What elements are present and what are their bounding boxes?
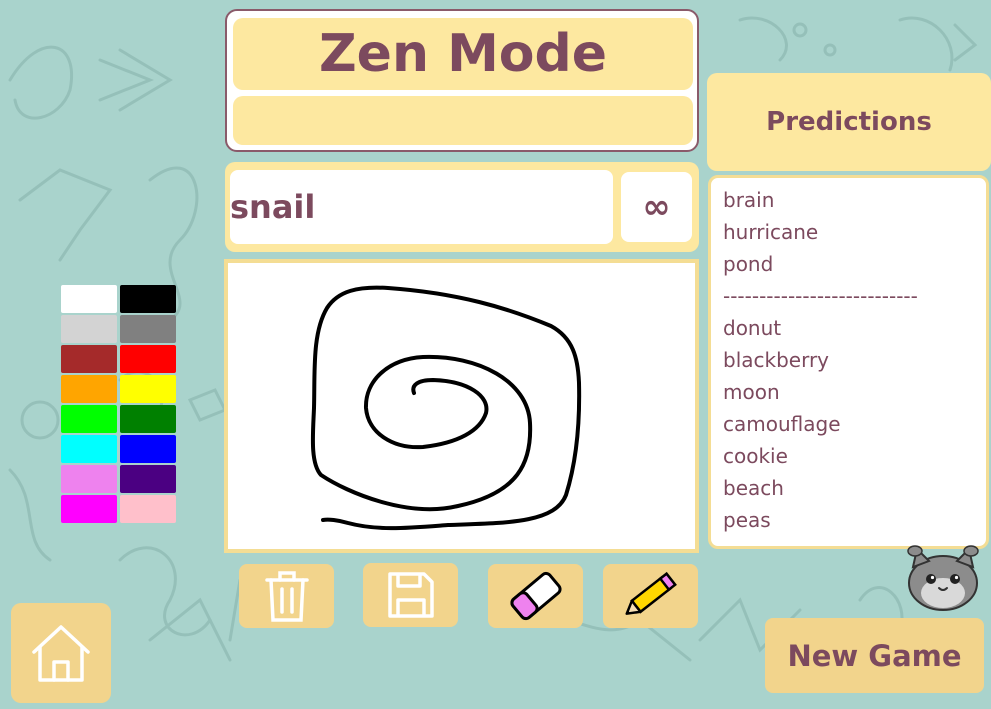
swatch-cyan[interactable] bbox=[61, 435, 117, 463]
swatch-brown[interactable] bbox=[61, 345, 117, 373]
spiral-drawing bbox=[310, 285, 582, 531]
title-panel: Zen Mode bbox=[225, 9, 699, 152]
prediction-item: blackberry bbox=[723, 348, 830, 372]
swatch-light-gray[interactable] bbox=[61, 315, 117, 343]
predictions-list: brain hurricane pond -------------------… bbox=[708, 175, 989, 549]
cat-mascot-icon bbox=[907, 545, 979, 611]
eraser-icon bbox=[509, 571, 562, 621]
drawing-canvas[interactable] bbox=[224, 259, 699, 553]
home-button[interactable] bbox=[11, 603, 111, 703]
prediction-item: brain bbox=[723, 188, 775, 212]
swatch-black[interactable] bbox=[120, 285, 176, 313]
prediction-item: pond bbox=[723, 252, 774, 276]
new-game-button[interactable]: New Game bbox=[765, 618, 984, 693]
timer-infinity: ∞ bbox=[621, 172, 692, 242]
pencil-icon bbox=[624, 571, 677, 615]
swatch-violet[interactable] bbox=[61, 465, 117, 493]
floppy-disk-icon bbox=[387, 572, 434, 618]
prediction-item: donut bbox=[723, 316, 782, 340]
swatch-white[interactable] bbox=[61, 285, 117, 313]
pencil-button[interactable] bbox=[603, 564, 698, 628]
predictions-title: Predictions bbox=[707, 73, 991, 171]
page-title: Zen Mode bbox=[233, 18, 693, 90]
prediction-separator: --------------------------- bbox=[723, 284, 918, 308]
swatch-pink[interactable] bbox=[120, 495, 176, 523]
swatch-gray[interactable] bbox=[120, 315, 176, 343]
swatch-magenta[interactable] bbox=[61, 495, 117, 523]
swatch-indigo[interactable] bbox=[120, 465, 176, 493]
save-button[interactable] bbox=[363, 563, 458, 627]
prediction-item: beach bbox=[723, 476, 784, 500]
clear-button[interactable] bbox=[239, 564, 334, 628]
prediction-item: moon bbox=[723, 380, 780, 404]
swatch-blue[interactable] bbox=[120, 435, 176, 463]
subtitle-bar bbox=[233, 96, 693, 145]
prediction-item: peas bbox=[723, 508, 771, 532]
swatch-orange[interactable] bbox=[61, 375, 117, 403]
swatch-green[interactable] bbox=[120, 405, 176, 433]
prediction-item: hurricane bbox=[723, 220, 819, 244]
swatch-yellow[interactable] bbox=[120, 375, 176, 403]
trash-icon bbox=[264, 571, 309, 622]
target-word: snail bbox=[230, 170, 613, 244]
eraser-button[interactable] bbox=[488, 564, 583, 628]
prediction-item: cookie bbox=[723, 444, 788, 468]
prediction-item: camouflage bbox=[723, 412, 841, 436]
word-row: snail ∞ bbox=[225, 162, 699, 252]
swatch-red[interactable] bbox=[120, 345, 176, 373]
swatch-lime[interactable] bbox=[61, 405, 117, 433]
home-icon bbox=[32, 625, 90, 682]
